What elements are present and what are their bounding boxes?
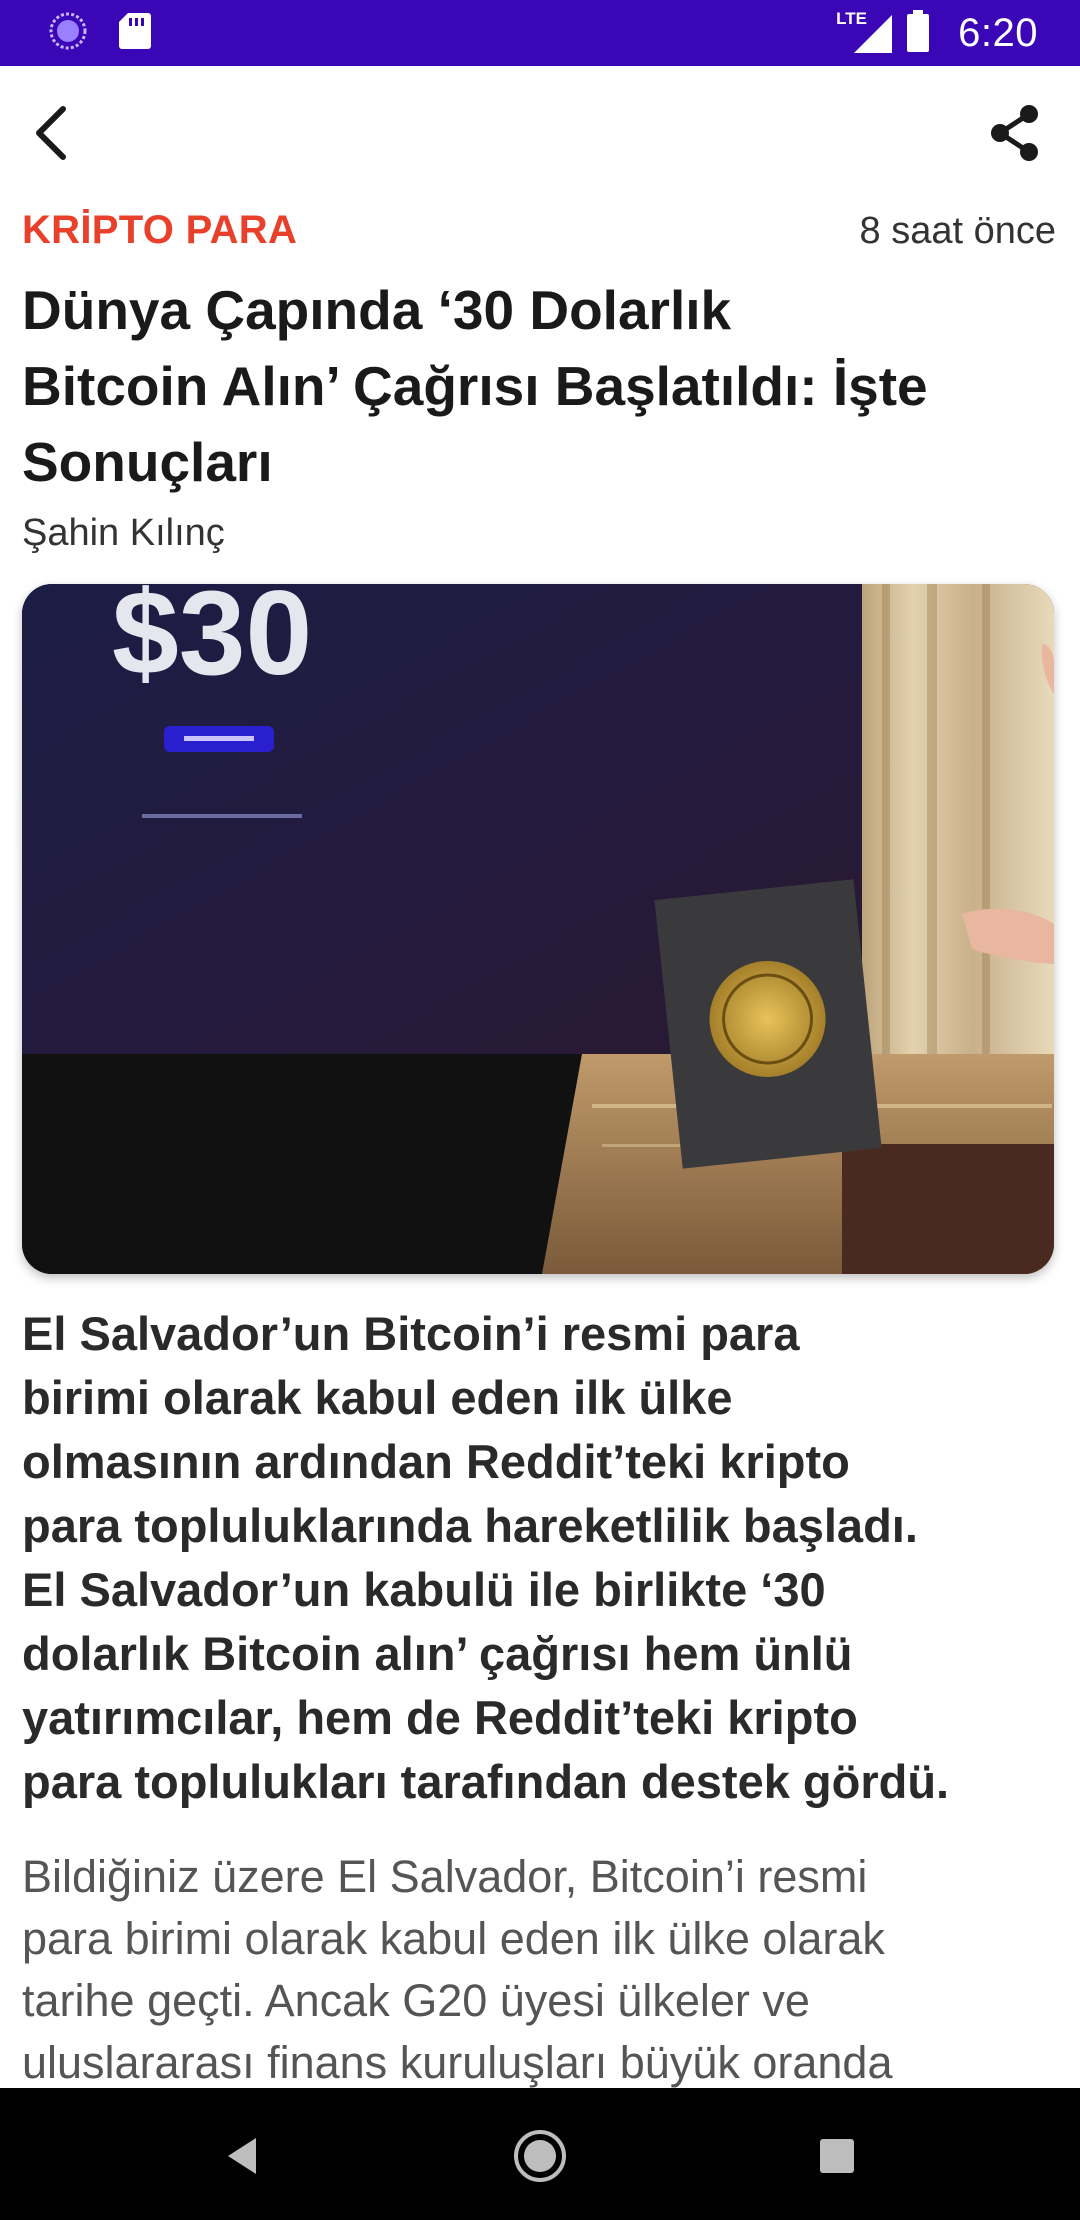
category-label[interactable]: KRİPTO PARA [22, 208, 297, 253]
body-line: para birimi olarak kabul eden ilk ülke o… [22, 1913, 885, 1964]
article-lead: El Salvador’un Bitcoin’i resmi para biri… [22, 1302, 1062, 1814]
share-button[interactable] [980, 100, 1050, 170]
body-line: uluslararası finans kuruluşları büyük or… [22, 2037, 893, 2088]
article-screen: LTE 6:20 KRİPTO PARA 8 saat önce Dünya Ç… [0, 0, 1080, 2220]
author-name[interactable]: Şahin Kılınç [22, 512, 225, 555]
article-headline: Dünya Çapında ‘30 Dolarlık Bitcoin Alın’… [22, 272, 1062, 500]
headline-line: Bitcoin Alın’ Çağrısı Başlatıldı: İşte [22, 355, 928, 417]
status-bar-left [48, 10, 152, 56]
hero-image[interactable]: $30 [22, 584, 1054, 1274]
lead-line: para topluluklarında hareketlilik başlad… [22, 1499, 918, 1552]
battery-icon [906, 9, 930, 57]
lead-line: olmasının ardından Reddit’teki kripto [22, 1435, 850, 1488]
body-line: Bildiğiniz üzere El Salvador, Bitcoin’i … [22, 1851, 868, 1902]
lead-line: birimi olarak kabul eden ilk ülke [22, 1371, 733, 1424]
article-body: Bildiğiniz üzere El Salvador, Bitcoin’i … [22, 1846, 1062, 2094]
nav-recents-button[interactable] [797, 2118, 877, 2198]
published-time: 8 saat önce [859, 210, 1056, 252]
lte-signal-icon: LTE [836, 9, 894, 55]
lead-line: para toplulukları tarafından destek görd… [22, 1755, 950, 1808]
nav-back-icon [222, 2134, 262, 2183]
body-line: tarihe geçti. Ancak G20 üyesi ülkeler ve [22, 1975, 810, 2026]
nav-back-button[interactable] [202, 2118, 282, 2198]
status-bar-right: LTE 6:20 [836, 6, 1038, 60]
lead-line: yatırımcılar, hem de Reddit’teki kripto [22, 1691, 858, 1744]
app-bar [0, 66, 1080, 206]
assistant-icon [48, 11, 88, 56]
nav-home-button[interactable] [500, 2118, 580, 2198]
lead-line: El Salvador’un kabulü ile birlikte ‘30 [22, 1563, 826, 1616]
status-bar: LTE 6:20 [0, 0, 1080, 66]
status-clock: 6:20 [958, 10, 1038, 55]
share-icon [987, 103, 1043, 168]
headline-line: Dünya Çapında ‘30 Dolarlık [22, 279, 732, 341]
nav-recents-icon [817, 2136, 857, 2181]
headline-line: Sonuçları [22, 431, 273, 493]
lead-line: El Salvador’un Bitcoin’i resmi para [22, 1307, 800, 1360]
lead-line: dolarlık Bitcoin alın’ çağrısı hem ünlü [22, 1627, 853, 1680]
system-nav-bar [0, 2088, 1080, 2220]
back-button[interactable] [16, 100, 86, 170]
nav-home-icon [512, 2128, 568, 2189]
hero-overlay-text: $30 [112, 584, 312, 700]
back-arrow-icon [29, 103, 73, 168]
sd-card-icon [118, 11, 152, 56]
